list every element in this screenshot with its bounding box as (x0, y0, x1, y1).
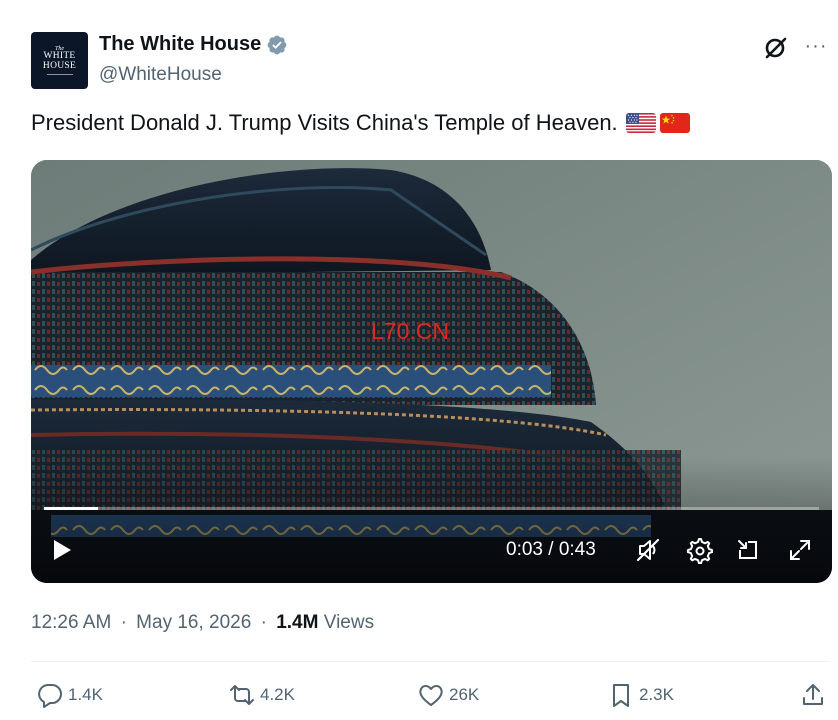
meta-separator: · (120, 612, 127, 633)
more-options-icon[interactable]: ··· (801, 36, 831, 60)
bookmark-count: 2.3K (639, 685, 674, 704)
video-frame-temple-image (31, 160, 832, 583)
play-icon[interactable] (51, 538, 73, 562)
avatar-rule (46, 74, 73, 75)
china-flag-icon (659, 113, 690, 133)
reply-count: 1.4K (68, 685, 103, 704)
video-watermark: L70.CN (371, 318, 449, 344)
views-label: Views (323, 612, 375, 633)
tweet-date[interactable]: May 16, 2026 (136, 612, 251, 633)
bookmark-icon (613, 684, 629, 707)
share-button[interactable] (799, 680, 831, 710)
us-flag-icon (625, 113, 656, 133)
video-progress-fill (44, 507, 99, 510)
settings-icon[interactable] (685, 536, 713, 564)
reply-icon (38, 684, 62, 708)
video-progress-bar[interactable] (44, 507, 819, 510)
avatar-text-line2: HOUSE (42, 60, 77, 71)
video-time: 0:03 / 0:43 (506, 539, 596, 560)
grok-icon[interactable] (762, 34, 790, 62)
like-button[interactable]: 26K (417, 680, 479, 710)
meta-separator: · (260, 612, 267, 633)
views-count: 1.4M (276, 612, 319, 633)
tweet-text: President Donald J. Trump Visits China's… (31, 110, 690, 136)
like-count: 26K (449, 685, 480, 704)
share-icon (803, 684, 823, 705)
name-row: The White House (99, 33, 288, 56)
divider (31, 661, 831, 662)
repost-count: 4.2K (260, 685, 295, 704)
tweet-time[interactable]: 12:26 AM (31, 612, 111, 633)
picture-in-picture-icon[interactable] (734, 536, 762, 564)
display-name[interactable]: The White House (99, 33, 261, 56)
avatar[interactable]: The WHITE HOUSE (31, 32, 88, 89)
handle[interactable]: @WhiteHouse (99, 64, 222, 86)
reply-button[interactable]: 1.4K (36, 680, 103, 710)
tweet-meta: 12:26 AM · May 16, 2026 · 1.4M Views (31, 612, 374, 634)
mute-icon[interactable] (634, 536, 662, 564)
repost-icon (230, 685, 254, 705)
verified-badge-icon[interactable] (266, 34, 288, 56)
video-player[interactable]: L70.CN 0:03 / 0:43 (31, 160, 832, 583)
fullscreen-icon[interactable] (786, 536, 814, 564)
bookmark-button[interactable]: 2.3K (607, 680, 674, 710)
heart-icon (419, 685, 443, 706)
repost-button[interactable]: 4.2K (228, 680, 295, 710)
tweet-header: The WHITE HOUSE The White House @WhiteHo… (31, 30, 831, 90)
tweet-text-content: President Donald J. Trump Visits China's… (31, 110, 618, 135)
